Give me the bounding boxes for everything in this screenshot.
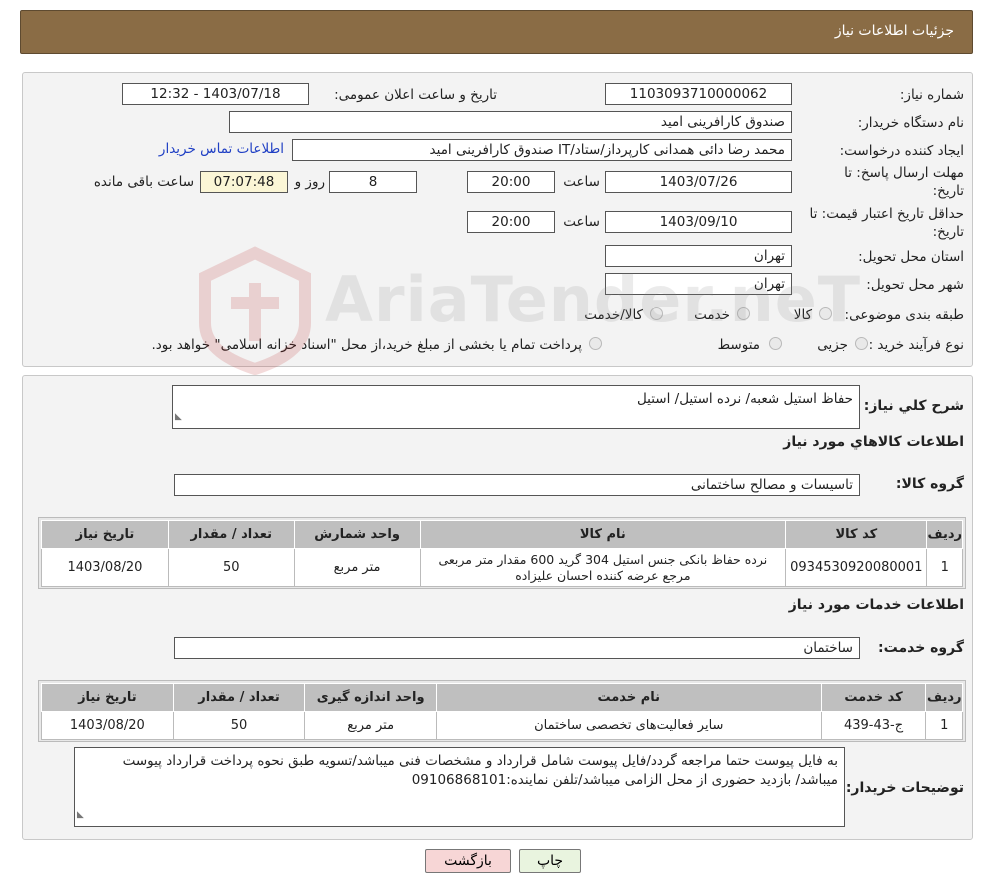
buyer-org-field: صندوق کارافرینی امید (229, 111, 792, 133)
services-cell-date: 1403/08/20 (41, 711, 174, 740)
price-validity-time-label: ساعت (563, 214, 600, 230)
services-col-code: کد خدمت (820, 683, 927, 712)
treasury-payment-checkbox[interactable] (589, 337, 602, 350)
buyer-org-label: نام دستگاه خریدار: (857, 115, 964, 131)
goods-cell-qty: 50 (167, 548, 295, 587)
services-col-date: تاريخ نياز (41, 683, 174, 712)
days-label: روز و (294, 174, 325, 190)
price-validity-label: حداقل تاریخ اعتبار قیمت: تا (809, 206, 964, 222)
purchase-type-minor-radio[interactable] (855, 337, 868, 350)
goods-col-name: نام کالا (419, 520, 787, 549)
buyer-contact-link[interactable]: اطلاعات تماس خریدار (159, 141, 284, 157)
days-remaining-field: 8 (329, 171, 417, 193)
goods-col-unit: واحد شمارش (293, 520, 421, 549)
price-validity-time-field: 20:00 (467, 211, 555, 233)
need-info-panel: شماره نیاز: 1103093710000062 تاریخ و ساع… (22, 72, 973, 367)
city-field: تهران (605, 273, 792, 295)
province-label: استان محل تحویل: (858, 249, 964, 265)
service-group-label: گروه خدمت: (878, 640, 964, 656)
goods-cell-unit: متر مربع (293, 548, 421, 587)
province-field: تهران (605, 245, 792, 267)
goods-col-qty: تعداد / مقدار (167, 520, 295, 549)
print-button[interactable]: چاپ (519, 849, 581, 873)
purchase-type-medium-option: متوسط (717, 337, 760, 353)
services-cell-name: سایر فعالیت‌های تخصصی ساختمان (435, 711, 822, 740)
announce-datetime-label: تاریخ و ساعت اعلان عمومی: (334, 87, 497, 103)
reply-time-field: 20:00 (467, 171, 555, 193)
goods-col-code: کد کالا (785, 520, 928, 549)
summary-label: شرح کلي نياز: (863, 398, 964, 414)
goods-col-row: رديف (926, 520, 963, 549)
reply-deadline-label: مهلت ارسال پاسخ: تا (844, 165, 964, 181)
category-service-radio[interactable] (737, 307, 750, 320)
category-service-option: خدمت (694, 307, 730, 323)
table-row: 1 ج-43-439 سایر فعالیت‌های تخصصی ساختمان… (41, 711, 963, 740)
goods-col-date: تاريخ نياز (41, 520, 169, 549)
summary-text: حفاظ استیل شعبه/ نرده استیل/ استیل (636, 391, 853, 407)
announce-datetime-field: 1403/07/18 - 12:32 (122, 83, 309, 105)
requester-label: ایجاد کننده درخواست: (839, 143, 964, 159)
services-col-unit: واحد اندازه گيری (304, 683, 437, 712)
summary-textarea[interactable]: حفاظ استیل شعبه/ نرده استیل/ استیل ◢ (172, 385, 860, 429)
services-cell-unit: متر مربع (304, 711, 437, 740)
remaining-time-field: 07:07:48 (200, 171, 288, 193)
goods-group-field: تاسیسات و مصالح ساختمانی (174, 474, 860, 496)
services-col-row: رديف (925, 683, 963, 712)
goods-section-title: اطلاعات کالاهاي مورد نياز (783, 434, 964, 450)
services-cell-qty: 50 (172, 711, 306, 740)
buyer-notes-label: توضیحات خریدار: (845, 780, 964, 796)
goods-group-label: گروه کالا: (895, 476, 964, 492)
need-items-panel: شرح کلي نياز: حفاظ استیل شعبه/ نرده استی… (22, 375, 973, 840)
resize-handle-icon[interactable]: ◢ (77, 806, 84, 825)
services-table: رديف کد خدمت نام خدمت واحد اندازه گيری ت… (41, 683, 963, 740)
need-number-label: شماره نیاز: (899, 87, 964, 103)
goods-cell-row: 1 (926, 548, 963, 587)
goods-cell-code: 0934530920080001 (785, 548, 928, 587)
reply-time-label: ساعت (563, 174, 600, 190)
services-cell-code: ج-43-439 (820, 711, 927, 740)
remaining-time-label: ساعت باقی مانده (93, 174, 194, 190)
services-section-title: اطلاعات خدمات مورد نياز (788, 597, 964, 613)
purchase-type-label: نوع فرآیند خرید : (868, 337, 964, 353)
category-goods-option: کالا (793, 307, 812, 323)
goods-table: رديف کد کالا نام کالا واحد شمارش تعداد /… (41, 520, 963, 587)
services-cell-row: 1 (925, 711, 963, 740)
category-label: طبقه بندی موضوعی: (844, 307, 964, 323)
category-goods-service-option: کالا/خدمت (584, 307, 643, 323)
goods-cell-name: نرده حفاظ بانکی جنس استیل 304 گرید 600 م… (419, 548, 787, 587)
page-header: جزئیات اطلاعات نیاز (20, 10, 973, 54)
purchase-type-minor-option: جزیی (817, 337, 848, 353)
page-title: جزئیات اطلاعات نیاز (834, 23, 954, 39)
requester-field: محمد رضا دائی همدانی کارپرداز/ستاد/IT صن… (292, 139, 792, 161)
buyer-notes-textarea[interactable]: به فایل پیوست حتما مراجعه گردد/فایل پیوس… (74, 747, 845, 827)
category-goods-radio[interactable] (819, 307, 832, 320)
price-validity-date-field: 1403/09/10 (605, 211, 792, 233)
back-button[interactable]: بازگشت (425, 849, 511, 873)
resize-handle-icon[interactable]: ◢ (175, 408, 182, 427)
purchase-type-medium-radio[interactable] (769, 337, 782, 350)
reply-deadline-label-2: تاریخ: (932, 183, 964, 199)
goods-cell-date: 1403/08/20 (41, 548, 169, 587)
need-number-field: 1103093710000062 (605, 83, 792, 105)
reply-date-field: 1403/07/26 (605, 171, 792, 193)
buyer-notes-text: به فایل پیوست حتما مراجعه گردد/فایل پیوس… (122, 753, 838, 788)
category-goods-service-radio[interactable] (650, 307, 663, 320)
services-col-qty: تعداد / مقدار (172, 683, 306, 712)
price-validity-label-2: تاریخ: (932, 224, 964, 240)
table-row: 1 0934530920080001 نرده حفاظ بانکی جنس ا… (41, 548, 963, 587)
service-group-field: ساختمان (174, 637, 860, 659)
city-label: شهر محل تحویل: (866, 277, 964, 293)
services-col-name: نام خدمت (435, 683, 822, 712)
treasury-payment-note: پرداخت تمام یا بخشی از مبلغ خرید،از محل … (151, 337, 582, 353)
